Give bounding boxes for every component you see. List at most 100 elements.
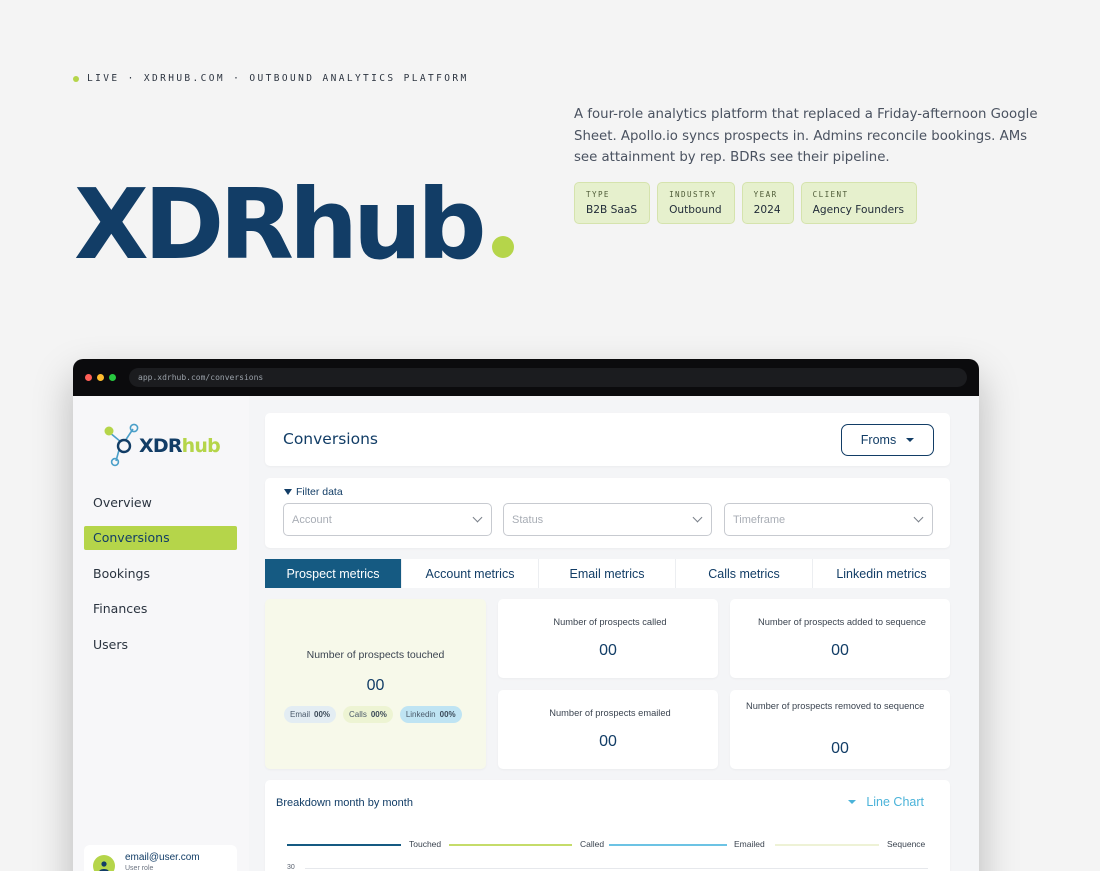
hero-dot-icon [491,236,514,258]
user-email: email@user.com [125,852,200,863]
live-dot-icon [73,75,79,82]
tag-value: B2B SaaS [586,204,638,216]
metric-label: Number of prospects touched [306,649,445,661]
prospects-removed-card: Number of prospects removed to sequence … [730,690,950,769]
tab-prospect-metrics[interactable]: Prospect metrics [265,559,402,588]
filter-label: Filter data [284,486,343,498]
metric-label: Number of prospects called [553,617,667,627]
legend-line-emailed [609,844,727,846]
pill-name: Email [290,710,311,719]
pill-percent: 00% [370,710,387,719]
user-role: User role [125,865,154,871]
page-header: Conversions Froms [265,413,950,466]
caret-down-icon [848,800,857,804]
close-window-icon[interactable] [85,374,92,381]
froms-dropdown-button[interactable]: Froms [841,424,934,456]
address-url: app.xdrhub.com/conversions [138,373,264,382]
legend-line-touched [287,844,401,846]
sidebar-item-conversions[interactable]: Conversions [84,525,237,550]
tag-type: TYPE B2B SaaS [574,182,651,224]
minimize-window-icon[interactable] [97,374,104,381]
pill-name: Calls [349,710,367,719]
pill-name: Linkedin [405,710,436,719]
sidebar-item-bookings[interactable]: Bookings [84,561,237,585]
metric-value: 00 [599,642,617,659]
chart-title: Breakdown month by month [276,797,413,809]
prospects-added-card: Number of prospects added to sequence 00 [730,599,950,678]
metric-label: Number of prospects added to sequence [758,617,926,627]
tag-key: YEAR [753,190,778,199]
live-status-line: LIVE · XDRHUB.COM · OUTBOUND ANALYTICS P… [73,73,469,84]
tag-key: INDUSTRY [669,190,717,199]
channel-pills: Email 00% Calls 00% Linkedin 00% [284,706,462,723]
chevron-down-icon [913,512,924,523]
account-select[interactable]: Account [283,503,492,536]
sidebar-item-users[interactable]: Users [84,632,237,656]
live-status-text: LIVE · XDRHUB.COM · OUTBOUND ANALYTICS P… [87,73,469,84]
filter-label-text: Filter data [296,486,343,498]
pill-percent: 00% [314,710,331,719]
caret-down-icon [906,438,915,442]
legend-line-called [449,844,572,846]
prospects-emailed-card: Number of prospects emailed 00 [498,690,718,769]
legend-touched: Touched [409,839,442,849]
calls-pill: Calls 00% [343,706,393,723]
legend-called: Called [580,839,605,849]
chevron-down-icon [692,512,703,523]
sidebar-item-finances[interactable]: Finances [84,597,237,621]
tag-client: CLIENT Agency Founders [800,182,918,224]
status-select[interactable]: Status [503,503,712,536]
prospects-touched-card: Number of prospects touched 00 Email 00%… [265,599,486,769]
tag-value: Outbound [669,204,722,216]
status-select-placeholder: Status [512,513,544,526]
user-card[interactable]: email@user.com User role [84,845,237,871]
app-content: XDRhub Overview Conversions Bookings Fin… [73,396,979,871]
breakdown-chart-card: Breakdown month by month Line Chart Touc… [265,780,950,871]
legend-sequence: Sequence [887,839,926,849]
logo-text-main: XDR [139,435,182,457]
tag-year: YEAR 2024 [741,182,794,224]
chart-type-label: Line Chart [866,795,924,809]
chart-legend: Touched Called Emailed Sequence [287,838,927,852]
chart-type-dropdown[interactable]: Line Chart [848,795,924,809]
tag-value: 2024 [753,204,781,216]
tab-calls-metrics[interactable]: Calls metrics [676,559,813,588]
pill-percent: 00% [439,710,456,719]
address-bar[interactable]: app.xdrhub.com/conversions [129,368,967,387]
logo-text: XDRhub [139,435,221,457]
browser-titlebar: app.xdrhub.com/conversions [73,359,979,396]
hero-title-text: XDRhub [74,168,487,281]
tag-key: TYPE [586,190,610,199]
project-tags: TYPE B2B SaaS INDUSTRY Outbound YEAR 202… [574,182,918,224]
app-logo[interactable]: XDRhub [103,423,221,469]
chevron-down-icon [472,512,483,523]
metric-value: 00 [599,733,617,750]
prospects-called-card: Number of prospects called 00 [498,599,718,678]
metrics-tabs: Prospect metrics Account metrics Email m… [265,559,950,588]
metric-value: 00 [831,740,849,757]
legend-emailed: Emailed [734,839,765,849]
account-select-placeholder: Account [292,513,332,526]
tab-linkedin-metrics[interactable]: Linkedin metrics [813,559,950,588]
tag-industry: INDUSTRY Outbound [657,182,735,224]
avatar [93,855,115,871]
tab-account-metrics[interactable]: Account metrics [402,559,539,588]
metric-value: 00 [831,642,849,659]
sidebar: XDRhub Overview Conversions Bookings Fin… [73,396,249,871]
legend-line-sequence [775,844,879,846]
y-axis-tick: 30 [287,864,295,871]
froms-label: Froms [860,433,897,447]
linkedin-pill: Linkedin 00% [399,706,462,723]
tab-email-metrics[interactable]: Email metrics [539,559,676,588]
tag-value: Agency Founders [812,204,905,216]
maximize-window-icon[interactable] [109,374,116,381]
project-intro: A four-role analytics platform that repl… [574,107,1038,165]
sidebar-item-overview[interactable]: Overview [84,490,237,514]
metric-label: Number of prospects removed to sequence [746,701,925,711]
user-icon [99,861,109,871]
timeframe-select-placeholder: Timeframe [733,513,786,526]
timeframe-select[interactable]: Timeframe [724,503,933,536]
gridline [305,868,928,869]
sidebar-nav: Overview Conversions Bookings Finances U… [84,490,237,668]
filter-panel: Filter data Account Status Timeframe [265,478,950,548]
